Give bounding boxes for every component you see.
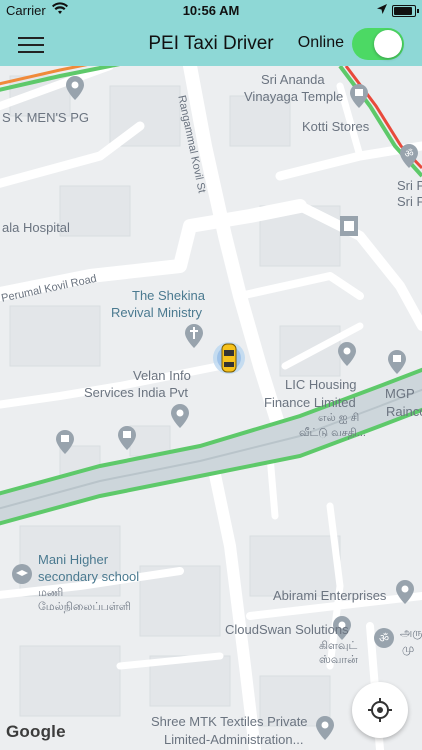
map-label: அரு — [400, 627, 422, 639]
map-label: எல் ஐ சி — [318, 412, 360, 424]
map-label: Vinayaga Temple — [244, 89, 344, 104]
map-label: Shree MTK Textiles Private — [151, 714, 308, 729]
svg-text:ॐ: ॐ — [404, 148, 413, 160]
location-arrow-icon — [376, 3, 388, 18]
map-label: மேல்நிலைப்பள்ளி — [38, 601, 131, 613]
online-toggle[interactable] — [352, 28, 404, 60]
map-label: Velan Info — [133, 368, 191, 383]
map-label: Services India Pvt — [84, 385, 189, 400]
map-view[interactable]: ॐ ॐ S K MEN'S PG ala Hospital Perumal Ko… — [0, 66, 422, 750]
taxi-marker — [213, 342, 245, 374]
map-label: ala Hospital — [2, 220, 70, 235]
map-label: மு — [402, 643, 415, 655]
map-label: Sri Ananda — [261, 72, 325, 87]
map-label: S K MEN'S PG — [2, 110, 90, 125]
battery-icon — [392, 5, 419, 17]
navigation-bar: PEI Taxi Driver Online — [0, 22, 422, 66]
map-label: The Shekina — [132, 288, 205, 303]
map-label: Rainco — [386, 404, 422, 419]
crosshair-icon — [368, 698, 392, 722]
my-location-button[interactable] — [352, 682, 408, 738]
map-label: CloudSwan Solutions — [225, 622, 349, 637]
map-label: Limited-Administration... — [164, 732, 304, 747]
map-label: LIC Housing — [285, 377, 357, 392]
map-label: மணி — [38, 587, 64, 599]
map-label: Sri P — [397, 194, 422, 209]
map-label: Mani Higher — [38, 552, 109, 567]
map-label: MGP — [385, 386, 415, 401]
map-label: Finance Limited — [264, 395, 356, 410]
map-label: கிளவுட் — [319, 640, 358, 652]
map-label: Abirami Enterprises — [273, 588, 387, 603]
map-label: ஸ்வான் — [319, 654, 358, 666]
map-label: Kotti Stores — [302, 119, 370, 134]
map-label: secondary school — [38, 569, 140, 584]
map-label: Sri P — [397, 178, 422, 193]
google-logo: Google — [6, 722, 66, 741]
online-label: Online — [297, 34, 344, 51]
map-label: Revival Ministry — [111, 305, 203, 320]
status-bar: Carrier 10:56 AM — [0, 0, 422, 22]
svg-text:ॐ: ॐ — [379, 632, 389, 645]
map-canvas: ॐ ॐ — [0, 66, 422, 750]
map-label: வீட்டு வசதி... — [299, 427, 366, 439]
toggle-knob — [374, 30, 402, 58]
status-time: 10:56 AM — [182, 3, 240, 18]
